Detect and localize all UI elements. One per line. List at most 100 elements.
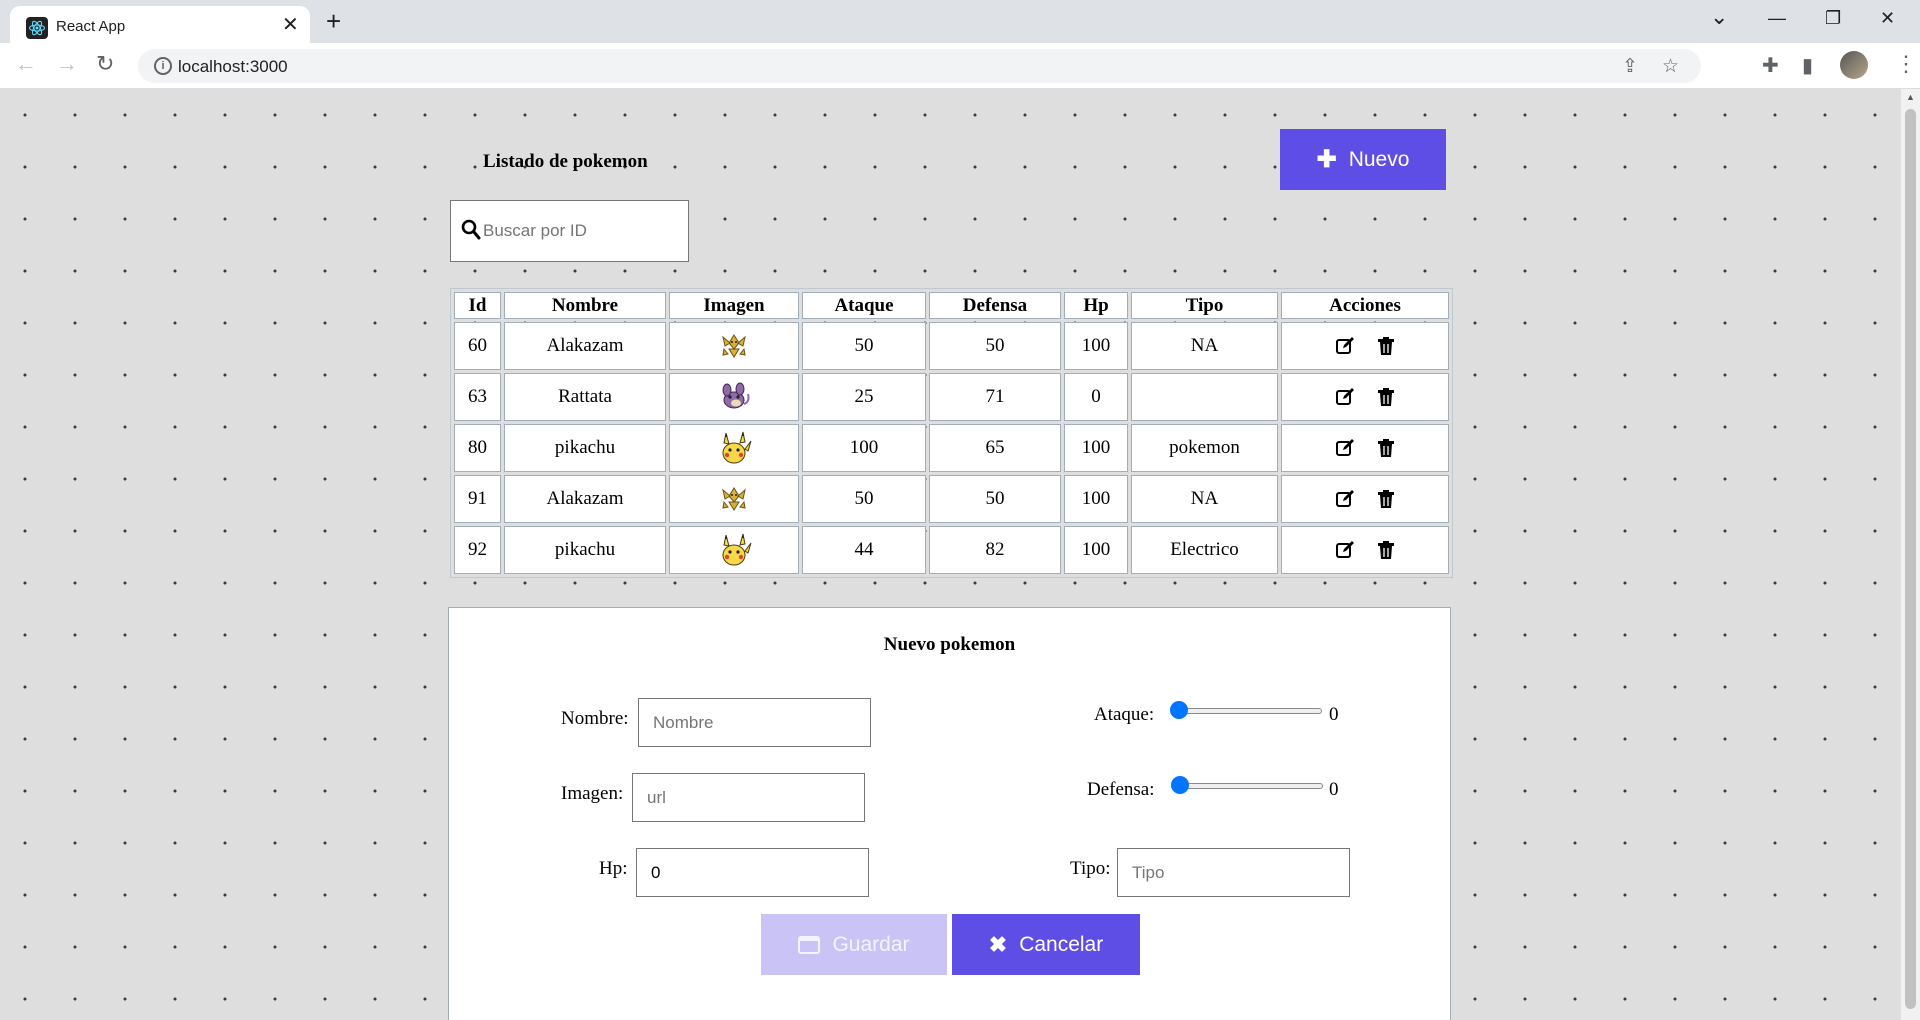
reload-button[interactable]: ↻ (96, 53, 114, 75)
edit-icon[interactable] (1335, 540, 1355, 560)
cell-acciones (1281, 424, 1449, 472)
cell-imagen (669, 424, 799, 472)
cell-hp: 100 (1064, 475, 1128, 523)
ataque-slider-thumb[interactable] (1170, 701, 1188, 719)
cell-hp: 100 (1064, 526, 1128, 574)
defensa-slider-thumb[interactable] (1171, 776, 1189, 794)
table-row: 63 Rattata 25 71 0 (454, 373, 1449, 421)
cell-imagen (669, 322, 799, 370)
cell-ataque: 50 (802, 475, 926, 523)
page-scrollbar[interactable]: ▲ (1901, 89, 1920, 1020)
tipo-label: Tipo: (1070, 858, 1111, 879)
profile-avatar[interactable] (1840, 51, 1868, 79)
pokemon-table: Id Nombre Imagen Ataque Defensa Hp Tipo … (450, 288, 1453, 578)
cell-defensa: 71 (929, 373, 1061, 421)
trash-icon[interactable] (1377, 489, 1395, 509)
edit-icon[interactable] (1335, 336, 1355, 356)
extensions-icon[interactable]: ✚ (1762, 53, 1779, 78)
cell-nombre: Alakazam (504, 475, 666, 523)
tipo-field[interactable]: Tipo (1117, 848, 1350, 897)
defensa-slider[interactable] (1171, 776, 1323, 794)
cell-defensa: 82 (929, 526, 1061, 574)
search-placeholder: Buscar por ID (483, 221, 587, 240)
hp-field[interactable]: 0 (636, 848, 869, 897)
cell-imagen (669, 475, 799, 523)
url-text[interactable]: localhost:3000 (178, 57, 288, 77)
trash-icon[interactable] (1377, 336, 1395, 356)
trash-icon[interactable] (1377, 387, 1395, 407)
site-info-icon[interactable]: i (154, 57, 172, 75)
cell-id: 60 (454, 322, 501, 370)
header-defensa: Defensa (929, 292, 1061, 319)
browser-tab-strip: React App ✕ + ⌄ — ❐ ✕ (0, 0, 1920, 43)
alakazam-sprite-icon (722, 334, 746, 358)
trash-icon[interactable] (1377, 540, 1395, 560)
tab-search-icon[interactable]: ⌄ (1710, 4, 1728, 30)
cell-nombre: pikachu (504, 424, 666, 472)
address-bar-row: ← → ↻ i localhost:3000 ☆ ⇪ ✚ ▮ ⋮ (0, 43, 1920, 89)
header-hp: Hp (1064, 292, 1128, 319)
ataque-slider[interactable] (1170, 701, 1322, 719)
cell-hp: 100 (1064, 424, 1128, 472)
cancel-label: Cancelar (1019, 932, 1104, 956)
table-header-row: Id Nombre Imagen Ataque Defensa Hp Tipo … (454, 292, 1449, 319)
scrollbar-thumb[interactable] (1905, 109, 1916, 1009)
edit-icon[interactable] (1335, 387, 1355, 407)
close-window-button[interactable]: ✕ (1880, 8, 1895, 29)
edit-icon[interactable] (1335, 489, 1355, 509)
edit-icon[interactable] (1335, 438, 1355, 458)
table-row: 60 Alakazam 50 50 100 NA (454, 322, 1449, 370)
browser-menu-icon[interactable]: ⋮ (1895, 51, 1917, 77)
forward-button[interactable]: → (56, 53, 78, 75)
list-title: Listado de pokemon (483, 151, 648, 172)
cell-nombre: Alakazam (504, 322, 666, 370)
cell-nombre: Rattata (504, 373, 666, 421)
new-button-label: Nuevo (1348, 147, 1410, 171)
tab-close-icon[interactable]: ✕ (282, 15, 299, 35)
ataque-slider-track (1172, 708, 1322, 714)
new-pokemon-form: Nuevo pokemon Nombre: Nombre Imagen: url… (448, 607, 1451, 1020)
hp-label: Hp: (599, 858, 628, 879)
cell-tipo: NA (1131, 475, 1278, 523)
cell-defensa: 50 (929, 475, 1061, 523)
browser-tab[interactable]: React App ✕ (10, 6, 310, 43)
cell-defensa: 65 (929, 424, 1061, 472)
cell-acciones (1281, 526, 1449, 574)
nombre-field[interactable]: Nombre (638, 698, 871, 747)
header-nombre: Nombre (504, 292, 666, 319)
cell-ataque: 44 (802, 526, 926, 574)
defensa-label: Defensa: (1087, 779, 1155, 800)
omnibox[interactable]: i localhost:3000 ☆ ⇪ (138, 49, 1701, 83)
search-icon (461, 219, 481, 240)
restore-button[interactable]: ❐ (1825, 8, 1841, 29)
cell-id: 63 (454, 373, 501, 421)
trash-icon[interactable] (1377, 438, 1395, 458)
imagen-field[interactable]: url (632, 773, 865, 822)
header-tipo: Tipo (1131, 292, 1278, 319)
cell-tipo: Electrico (1131, 526, 1278, 574)
cell-tipo (1131, 373, 1278, 421)
save-button[interactable]: Guardar (761, 914, 947, 975)
cancel-button[interactable]: ✖ Cancelar (952, 914, 1140, 975)
header-imagen: Imagen (669, 292, 799, 319)
side-panel-icon[interactable]: ▮ (1802, 53, 1813, 78)
cell-acciones (1281, 373, 1449, 421)
alakazam-sprite-icon (722, 487, 746, 511)
minimize-button[interactable]: — (1768, 8, 1786, 29)
search-input[interactable]: Buscar por ID (450, 200, 689, 262)
star-icon[interactable]: ☆ (1662, 55, 1679, 78)
new-tab-button[interactable]: + (326, 8, 341, 34)
cell-imagen (669, 526, 799, 574)
table-row: 80 pikachu 100 65 100 pokemon (454, 424, 1449, 472)
window-icon (798, 935, 821, 954)
imagen-label: Imagen: (561, 783, 624, 804)
cell-imagen (669, 373, 799, 421)
cell-id: 92 (454, 526, 501, 574)
back-button[interactable]: ← (15, 53, 37, 75)
cell-id: 91 (454, 475, 501, 523)
form-title: Nuevo pokemon (883, 634, 1016, 655)
share-icon[interactable]: ⇪ (1622, 55, 1638, 78)
scroll-up-icon[interactable]: ▲ (1906, 92, 1915, 102)
new-pokemon-button[interactable]: ✚ Nuevo (1280, 129, 1446, 190)
cell-id: 80 (454, 424, 501, 472)
